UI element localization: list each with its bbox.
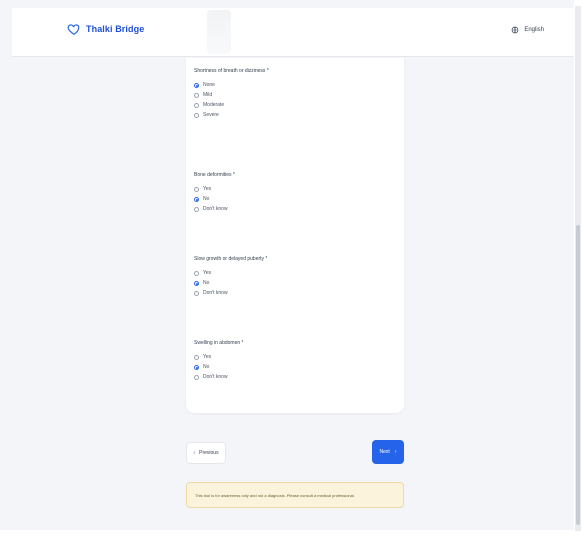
- radio-button[interactable]: [194, 280, 199, 286]
- radio-option[interactable]: Don't know: [194, 204, 235, 214]
- option-label: Yes: [203, 186, 212, 192]
- question-card: Shortness of breath or dizziness * None …: [186, 58, 404, 413]
- language-label: English: [524, 27, 544, 33]
- radio-button[interactable]: [194, 270, 199, 276]
- radio-option[interactable]: Severe: [194, 110, 269, 120]
- radio-button[interactable]: [194, 102, 199, 108]
- radio-option[interactable]: Moderate: [194, 100, 269, 110]
- radio-button[interactable]: [194, 112, 199, 118]
- radio-button[interactable]: [194, 92, 199, 98]
- option-label: Moderate: [203, 102, 225, 108]
- radio-option[interactable]: No: [194, 362, 243, 372]
- option-label: No: [203, 280, 210, 286]
- radio-option[interactable]: Yes: [194, 268, 267, 278]
- scrollbar-thumb[interactable]: [576, 225, 580, 525]
- radio-option[interactable]: Don't know: [194, 288, 267, 298]
- radio-option[interactable]: Don't know: [194, 372, 243, 382]
- question-title: Bone deformities *: [194, 172, 235, 178]
- brand-name: Thalki Bridge: [86, 24, 145, 34]
- question-title: Slow growth or delayed puberty *: [194, 256, 268, 262]
- radio-button[interactable]: [194, 374, 199, 380]
- next-button[interactable]: Next ›: [372, 440, 404, 464]
- radio-option[interactable]: No: [194, 194, 235, 204]
- language-selector[interactable]: English: [511, 26, 544, 34]
- radio-button[interactable]: [194, 206, 199, 212]
- option-label: Yes: [203, 354, 212, 360]
- previous-label: Previous: [199, 450, 219, 456]
- question-title: Shortness of breath or dizziness *: [194, 68, 269, 74]
- option-label: Yes: [203, 270, 212, 276]
- radio-button[interactable]: [194, 186, 199, 192]
- radio-button[interactable]: [194, 354, 199, 360]
- option-label: No: [203, 196, 210, 202]
- disclaimer-notice: This tool is for awareness only and not …: [186, 482, 404, 508]
- radio-button[interactable]: [194, 82, 199, 88]
- radio-option[interactable]: None: [194, 80, 269, 90]
- option-label: Mild: [203, 92, 213, 98]
- radio-option[interactable]: No: [194, 278, 267, 288]
- question-shortness-of-breath: Shortness of breath or dizziness * None …: [194, 68, 269, 120]
- chevron-left-icon: ‹: [193, 450, 196, 456]
- option-label: Severe: [203, 112, 219, 118]
- option-label: Don't know: [203, 206, 228, 212]
- previous-button[interactable]: ‹ Previous: [186, 442, 226, 464]
- navigation-row: ‹ Previous Next ›: [186, 440, 404, 466]
- globe-icon: [511, 26, 519, 34]
- option-label: No: [203, 364, 210, 370]
- disclaimer-text: This tool is for awareness only and not …: [195, 492, 355, 498]
- chevron-right-icon: ›: [394, 449, 397, 455]
- radio-button[interactable]: [194, 196, 199, 202]
- radio-button[interactable]: [194, 290, 199, 296]
- heart-logo-icon: [67, 24, 80, 35]
- radio-option[interactable]: Yes: [194, 352, 243, 362]
- radio-button[interactable]: [194, 364, 199, 370]
- question-slow-growth: Slow growth or delayed puberty * Yes No …: [194, 256, 267, 298]
- option-label: Don't know: [203, 374, 228, 380]
- next-label: Next: [379, 449, 390, 455]
- brand-logo-link[interactable]: Thalki Bridge: [67, 22, 144, 36]
- option-label: Don't know: [203, 290, 228, 296]
- question-swelling-abdomen: Swelling in abdomen * Yes No Don't know: [194, 340, 243, 382]
- top-header: Thalki Bridge English: [12, 8, 574, 57]
- question-bone-deformities: Bone deformities * Yes No Don't know: [194, 172, 235, 214]
- radio-option[interactable]: Yes: [194, 184, 235, 194]
- question-title: Swelling in abdomen *: [194, 340, 244, 346]
- window-edge-bottom: [0, 530, 582, 539]
- header-placeholder: [207, 10, 231, 54]
- option-label: None: [203, 82, 215, 88]
- radio-option[interactable]: Mild: [194, 90, 269, 100]
